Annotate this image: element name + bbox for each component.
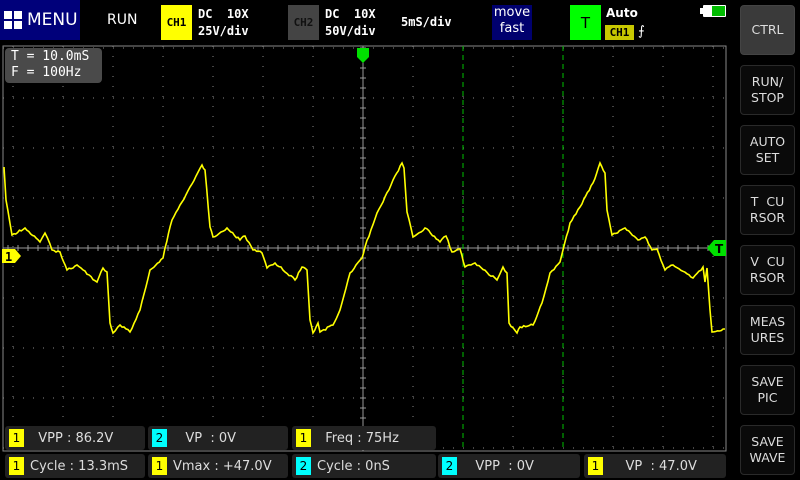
rising-edge-icon[interactable]: ⨍ (638, 24, 645, 39)
ctrl-button[interactable]: CTRL (740, 5, 795, 55)
channel-badge: 1 (152, 457, 167, 475)
svg-text:T: T (715, 242, 724, 256)
frequency-value: F = 100Hz (11, 65, 82, 80)
channel-badge: 1 (588, 457, 603, 475)
ch2-button[interactable]: CH2 (288, 5, 319, 40)
trigger-mode[interactable]: Auto (606, 6, 638, 20)
trigger-position-marker[interactable] (357, 48, 369, 63)
period-value: T = 10.0mS (11, 49, 90, 64)
channel-badge: 1 (9, 429, 24, 447)
trigger-level-marker[interactable]: T (707, 240, 726, 256)
measurement-value: VPP : 0V (463, 458, 534, 474)
measurement-value: Cycle : 13.3mS (30, 458, 129, 474)
ch1-button[interactable]: CH1 (161, 5, 192, 40)
measurement-value: VP : 0V (173, 430, 237, 446)
ch1-scale: 25V/div (198, 24, 249, 38)
timebase[interactable]: 5mS/div (401, 14, 452, 31)
measurement-value: Cycle : 0nS (317, 458, 390, 474)
measurement-item[interactable]: 2 VPP : 0V (438, 454, 580, 478)
channel-badge: 2 (152, 429, 167, 447)
measurement-value: VPP : 86.2V (30, 430, 114, 446)
menu-label: MENU (27, 10, 78, 30)
ch1-level-marker[interactable]: 1 (2, 249, 21, 264)
ch2-coupling: DC 10X (325, 7, 376, 21)
menu-grid-icon (4, 11, 22, 29)
measurement-item[interactable]: 1 Cycle : 13.3mS (5, 454, 145, 478)
period-frequency-readout: T = 10.0mS F = 100Hz (5, 48, 102, 83)
measurement-value: Freq : 75Hz (317, 430, 399, 446)
auto-set-button[interactable]: AUTO SET (740, 125, 795, 175)
save-wave-button[interactable]: SAVE WAVE (740, 425, 795, 475)
measurement-item[interactable]: 1 VP : 47.0V (584, 454, 726, 478)
save-pic-button[interactable]: SAVE PIC (740, 365, 795, 415)
measurement-value: Vmax : +47.0V (173, 458, 272, 474)
ch1-coupling: DC 10X (198, 7, 249, 21)
move-label: move (493, 5, 531, 20)
measurement-value: VP : 47.0V (609, 458, 697, 474)
channel-badge: 1 (296, 429, 311, 447)
measurement-item[interactable]: 1 VPP : 86.2V (5, 426, 145, 450)
t-cursor-button[interactable]: T CU RSOR (740, 185, 795, 235)
trigger-source[interactable]: CH1 (605, 25, 634, 40)
ch2-settings[interactable]: DC 10X 50V/div (325, 6, 376, 40)
channel-badge: 2 (442, 457, 457, 475)
run-state: RUN (107, 12, 138, 28)
battery-icon (700, 5, 726, 17)
measurement-item[interactable]: 1 Vmax : +47.0V (148, 454, 288, 478)
measurement-item[interactable]: 2 VP : 0V (148, 426, 288, 450)
trigger-button[interactable]: T (570, 5, 601, 40)
channel-badge: 2 (296, 457, 311, 475)
speed-label: fast (499, 21, 525, 36)
svg-text:1: 1 (5, 250, 12, 264)
move-speed-button[interactable]: move fast (492, 5, 532, 40)
waveform-display[interactable]: 1 T (0, 0, 800, 480)
ch2-scale: 50V/div (325, 24, 376, 38)
menu-button[interactable]: MENU (0, 0, 80, 40)
run-stop-button[interactable]: RUN/ STOP (740, 65, 795, 115)
measurement-item[interactable]: 2 Cycle : 0nS (292, 454, 436, 478)
v-cursor-button[interactable]: V CU RSOR (740, 245, 795, 295)
ch1-settings[interactable]: DC 10X 25V/div (198, 6, 249, 40)
measurement-item[interactable]: 1 Freq : 75Hz (292, 426, 436, 450)
channel-badge: 1 (9, 457, 24, 475)
measures-button[interactable]: MEAS URES (740, 305, 795, 355)
